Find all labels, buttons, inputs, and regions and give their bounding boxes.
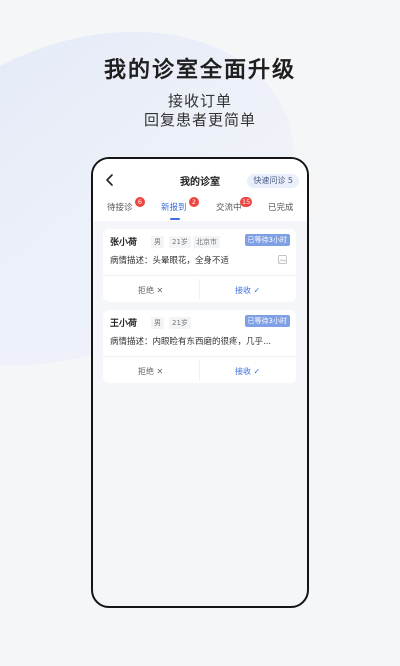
quick-consult-button[interactable]: 快速问诊 5: [247, 174, 299, 188]
tab-new-report[interactable]: 新报到 2: [161, 197, 199, 220]
button-divider: [199, 279, 200, 299]
tab-pending[interactable]: 待接诊 6: [107, 197, 145, 213]
patient-age: 21岁: [169, 236, 191, 248]
reject-button[interactable]: 拒绝 ✕: [138, 285, 163, 296]
condition-description: 病情描述：头晕眼花，全身不适: [110, 256, 230, 266]
patient-gender: 男: [151, 317, 164, 329]
patient-name: 张小荷: [110, 238, 138, 248]
promo-subtitle-2: 回复患者更简单: [143, 111, 256, 129]
app-header: 我的诊室 快速问诊 5 待接诊 6 新报到 2 交流中 15 已完成: [93, 159, 307, 221]
tab-new-report-badge: 2: [189, 197, 199, 207]
tab-communicating[interactable]: 交流中 15: [216, 197, 253, 213]
condition-description: 病情描述：内眼睑有东西磨的很疼，几乎...: [110, 337, 272, 347]
promo-title: 我的诊室全面升级: [103, 58, 296, 83]
patient-city: 北京市: [193, 236, 220, 248]
accept-button[interactable]: 接收 ✓: [235, 366, 260, 377]
image-icon: [278, 255, 287, 264]
button-divider: [199, 360, 200, 380]
wait-time-badge: 已等待3小时: [244, 315, 290, 327]
phone-frame: 我的诊室 快速问诊 5 待接诊 6 新报到 2 交流中 15 已完成 张小荷 男…: [91, 157, 309, 608]
card-divider: [103, 356, 296, 357]
tab-new-report-label: 新报到: [161, 203, 187, 213]
card-divider: [103, 275, 296, 276]
tab-completed-label: 已完成: [268, 203, 294, 213]
active-tab-indicator: [170, 218, 180, 220]
patient-card[interactable]: 王小荷 男 21岁 已等待3小时 病情描述：内眼睑有东西磨的很疼，几乎... 拒…: [103, 310, 296, 383]
wait-time-badge: 已等待3小时: [244, 234, 290, 246]
patient-gender: 男: [151, 236, 164, 248]
tab-bar: 待接诊 6 新报到 2 交流中 15 已完成: [93, 197, 307, 220]
tab-pending-badge: 6: [135, 197, 145, 207]
tab-pending-label: 待接诊: [107, 203, 133, 213]
patient-card[interactable]: 张小荷 男 21岁 北京市 已等待3小时 病情描述：头晕眼花，全身不适 拒绝 ✕…: [103, 229, 296, 302]
tab-completed[interactable]: 已完成: [268, 201, 294, 213]
patient-age: 21岁: [169, 317, 191, 329]
patient-name: 王小荷: [110, 319, 138, 329]
reject-button[interactable]: 拒绝 ✕: [138, 366, 163, 377]
tab-communicating-label: 交流中: [216, 203, 242, 213]
accept-button[interactable]: 接收 ✓: [235, 285, 260, 296]
promo-subtitle-1: 接收订单: [167, 92, 232, 110]
tab-communicating-badge: 15: [240, 197, 253, 207]
